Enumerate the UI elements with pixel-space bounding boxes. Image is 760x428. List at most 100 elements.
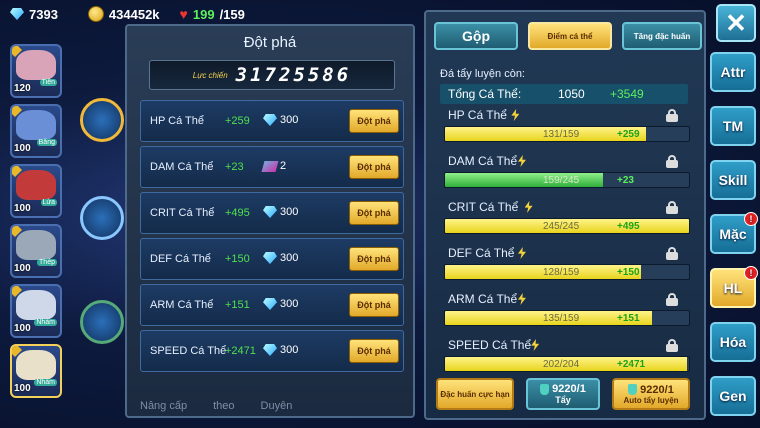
gem-icon — [263, 298, 277, 310]
stat-current: 245/245 — [543, 220, 580, 232]
stamina-max: /159 — [219, 6, 245, 22]
stat-increase: +150 — [225, 253, 250, 265]
nav-tm[interactable]: TM — [710, 106, 756, 146]
nav-hl[interactable]: HL! — [710, 266, 758, 308]
stat-cost: 300 — [263, 298, 298, 310]
stat-cost: 2 — [261, 160, 287, 172]
breakthrough-button[interactable]: Đột phá — [349, 339, 399, 363]
stat-add: +2471 — [617, 358, 646, 370]
stat-add: +23 — [617, 174, 634, 186]
stat-current: 135/159 — [543, 312, 580, 324]
total-add: +3549 — [610, 87, 644, 101]
stat-add: +150 — [617, 266, 640, 278]
stat-label: DEF Cá Thể — [448, 246, 515, 260]
pet-level: 120 — [14, 83, 31, 94]
lock-icon[interactable] — [666, 201, 678, 214]
stamina-counter: ♥ 199/159 — [180, 6, 245, 22]
wash-button[interactable]: 9220/1 Tẩy — [526, 378, 600, 410]
breakthrough-button[interactable]: Đột phá — [349, 247, 399, 271]
stat-progress-bar: 159/245 +23 — [444, 172, 690, 188]
nav-label: Gen — [719, 388, 747, 404]
breakthrough-row: CRIT Cá Thể +495 300 Đột phá — [140, 192, 404, 234]
lightning-icon — [511, 109, 520, 121]
equipment-icon[interactable] — [80, 98, 124, 142]
pet-type-tag: Nhàm — [34, 379, 57, 386]
extreme-training-button[interactable]: Đặc huấn cực hạn — [436, 378, 514, 410]
total-value: 1050 — [558, 87, 585, 101]
nav-mặc[interactable]: Mặc! — [710, 212, 758, 254]
panel-title: Đột phá — [243, 34, 297, 51]
nav-hóa[interactable]: Hóa — [710, 322, 756, 362]
roster-pet[interactable]: Băng 100 — [10, 104, 62, 158]
alert-badge: ! — [744, 266, 758, 280]
stamina-current: 199 — [192, 6, 215, 22]
bottom-label: Duyên — [260, 400, 293, 412]
pet-type-tag: Tiên — [39, 79, 57, 86]
stat-progress-bar: 245/245 +495 — [444, 218, 690, 234]
stat-name: ARM Cá Thể — [150, 299, 214, 311]
auto-wash-label: Auto tẩy luyện — [623, 395, 679, 405]
tab-special-training[interactable]: Tăng đặc huấn — [622, 22, 702, 50]
pet-portrait — [16, 350, 56, 380]
stat-label: DAM Cá Thể — [448, 154, 518, 168]
close-icon: ✕ — [725, 7, 747, 38]
roster-pet[interactable]: Tiên 120 — [10, 44, 62, 98]
nav-attr[interactable]: Attr — [710, 52, 756, 92]
total-row: Tổng Cá Thể: 1050 +3549 — [440, 84, 688, 104]
pet-type-tag: Băng — [36, 139, 57, 146]
stat-cost: 300 — [263, 114, 298, 126]
roster-pet[interactable]: Nhàm 100 — [10, 344, 62, 398]
stat-label: CRIT Cá Thể — [448, 200, 519, 214]
total-label: Tổng Cá Thể: — [448, 87, 522, 101]
network-icon[interactable] — [80, 300, 124, 344]
extreme-training-label: Đặc huấn cực hạn — [440, 389, 510, 399]
individual-points-panel: Gộp Điểm cá thể Tăng đặc huấn Đá tẩy luy… — [424, 10, 706, 420]
nav-label: Hóa — [719, 334, 747, 350]
stat-current: 202/204 — [543, 358, 580, 370]
lock-icon[interactable] — [666, 293, 678, 306]
tab-individual-points[interactable]: Điểm cá thể — [528, 22, 612, 50]
lightning-icon — [518, 247, 526, 259]
lock-icon[interactable] — [666, 339, 678, 352]
breakthrough-button[interactable]: Đột phá — [349, 155, 399, 179]
gem-icon — [263, 252, 277, 264]
stat-progress-bar: 202/204 +2471 — [444, 356, 690, 372]
pet-portrait — [16, 170, 56, 200]
nav-label: Attr — [720, 64, 746, 80]
gem-count: 7393 — [29, 6, 58, 22]
lock-icon[interactable] — [666, 247, 678, 260]
coin-count: 434452k — [108, 6, 160, 22]
bottom-labels: Nâng cấp theo Duyên — [140, 400, 360, 412]
breakthrough-button[interactable]: Đột phá — [349, 201, 399, 225]
tab-merge[interactable]: Gộp — [434, 22, 518, 50]
cost-value: 300 — [280, 206, 299, 218]
close-button[interactable]: ✕ — [716, 4, 756, 42]
nav-gen[interactable]: Gen — [710, 376, 756, 416]
nav-skill[interactable]: Skill — [710, 160, 756, 200]
stat-add: +151 — [617, 312, 640, 324]
lock-icon[interactable] — [666, 155, 678, 168]
combat-power-box: Lực chiến 31725586 — [149, 60, 395, 90]
cost-value: 2 — [280, 160, 287, 172]
roster-pet[interactable]: Thép 100 — [10, 224, 62, 278]
auto-wash-button[interactable]: 9220/1 Auto tẩy luyện — [612, 378, 690, 410]
roster-pet[interactable]: Lửa 100 — [10, 164, 62, 218]
pet-level: 100 — [14, 203, 31, 214]
bag-lock-icon[interactable] — [80, 196, 124, 240]
lightning-icon — [524, 201, 533, 213]
wash-count: 9220/1 — [552, 383, 586, 395]
nav-label: HL — [723, 280, 743, 296]
pet-level: 100 — [14, 323, 31, 334]
stat-add: +495 — [617, 220, 640, 232]
breakthrough-button[interactable]: Đột phá — [349, 109, 399, 133]
stat-cost: 300 — [263, 206, 298, 218]
lock-icon[interactable] — [666, 109, 678, 122]
gem-icon — [263, 344, 277, 356]
stat-progress-bar: 128/159 +150 — [444, 264, 690, 280]
roster-pet[interactable]: Nhàm 100 — [10, 284, 62, 338]
stat-name: CRIT Cá Thể — [150, 207, 215, 219]
breakthrough-row: HP Cá Thể +259 300 Đột phá — [140, 100, 404, 142]
stat-progress-bar: 131/159 +259 — [444, 126, 690, 142]
breakthrough-button[interactable]: Đột phá — [349, 293, 399, 317]
cost-value: 300 — [280, 114, 299, 126]
